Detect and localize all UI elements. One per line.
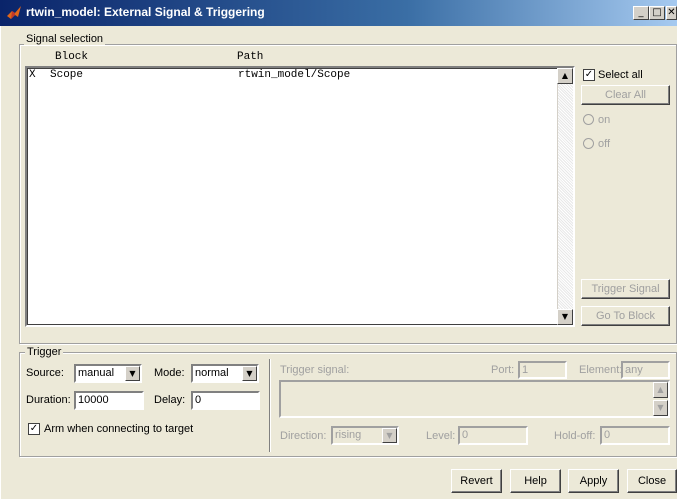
maximize-icon[interactable]: □	[649, 6, 665, 20]
duration-label: Duration:	[26, 394, 71, 406]
delay-label: Delay:	[154, 394, 186, 406]
mode-dropdown[interactable]: normal ▼	[191, 364, 259, 383]
off-radio-label: off	[598, 138, 611, 150]
scroll-down-icon[interactable]: ▼	[557, 309, 573, 325]
chevron-down-icon[interactable]: ▼	[125, 366, 140, 381]
help-button[interactable]: Help	[510, 469, 561, 493]
list-item-path: rtwin_model/Scope	[238, 69, 351, 81]
mode-value: normal	[195, 367, 229, 379]
duration-input[interactable]: 10000	[74, 391, 144, 410]
element-input[interactable]: any	[621, 361, 670, 379]
column-header-block: Block	[55, 51, 89, 63]
signal-list[interactable]: X Scope rtwin_model/Scope ▲ ▼	[25, 66, 575, 327]
window-title: rtwin_model: External Signal & Triggerin…	[26, 5, 265, 19]
direction-label: Direction:	[280, 430, 327, 442]
select-all-label: Select all	[598, 69, 643, 81]
off-radio[interactable]	[583, 138, 594, 149]
list-item-block: Scope	[50, 69, 84, 81]
trigger-legend: Trigger	[25, 346, 64, 358]
on-radio[interactable]	[583, 114, 594, 125]
mode-label: Mode:	[154, 367, 185, 379]
level-label: Level:	[426, 430, 456, 442]
arm-checkbox[interactable]: ✓	[28, 423, 40, 435]
revert-button[interactable]: Revert	[451, 469, 502, 493]
port-label: Port:	[491, 364, 515, 376]
matlab-logo-icon	[7, 6, 21, 19]
element-label: Element:	[579, 364, 623, 376]
delay-input[interactable]: 0	[191, 391, 260, 410]
go-to-block-button[interactable]: Go To Block	[581, 306, 670, 326]
level-input[interactable]: 0	[458, 426, 528, 445]
port-input[interactable]: 1	[518, 361, 567, 379]
signal-selection-legend: Signal selection	[24, 33, 106, 45]
close-button[interactable]: Close	[627, 469, 677, 493]
clear-all-button[interactable]: Clear All	[581, 85, 670, 105]
trigger-divider	[269, 359, 271, 452]
source-label: Source:	[26, 367, 64, 379]
scroll-down-icon[interactable]: ▼	[653, 400, 668, 416]
list-item-mark: X	[29, 69, 36, 81]
trigger-signal-box[interactable]: ▲ ▼	[279, 380, 670, 418]
minimize-icon[interactable]: _	[633, 6, 649, 20]
chevron-down-icon[interactable]: ▼	[242, 366, 257, 381]
column-header-path: Path	[237, 51, 264, 63]
trigger-signal-button[interactable]: Trigger Signal	[581, 279, 670, 299]
source-value: manual	[78, 367, 115, 379]
holdoff-input[interactable]: 0	[600, 426, 670, 445]
source-dropdown[interactable]: manual ▼	[74, 364, 142, 383]
direction-value: rising	[335, 429, 362, 441]
scroll-up-icon[interactable]: ▲	[557, 68, 573, 84]
holdoff-label: Hold-off:	[554, 430, 596, 442]
list-item[interactable]: X Scope rtwin_model/Scope	[27, 68, 557, 82]
trigger-signal-label: Trigger signal:	[280, 364, 350, 376]
direction-dropdown[interactable]: rising ▼	[331, 426, 399, 445]
apply-button[interactable]: Apply	[568, 469, 619, 493]
title-bar[interactable]: rtwin_model: External Signal & Triggerin…	[0, 0, 677, 26]
on-radio-label: on	[598, 114, 611, 126]
scroll-up-icon[interactable]: ▲	[653, 382, 668, 398]
list-scrollbar[interactable]	[557, 68, 573, 325]
chevron-down-icon[interactable]: ▼	[382, 428, 397, 443]
select-all-checkbox[interactable]: ✓	[583, 69, 595, 81]
arm-label: Arm when connecting to target	[44, 423, 194, 435]
close-icon[interactable]: ✕	[666, 6, 677, 20]
